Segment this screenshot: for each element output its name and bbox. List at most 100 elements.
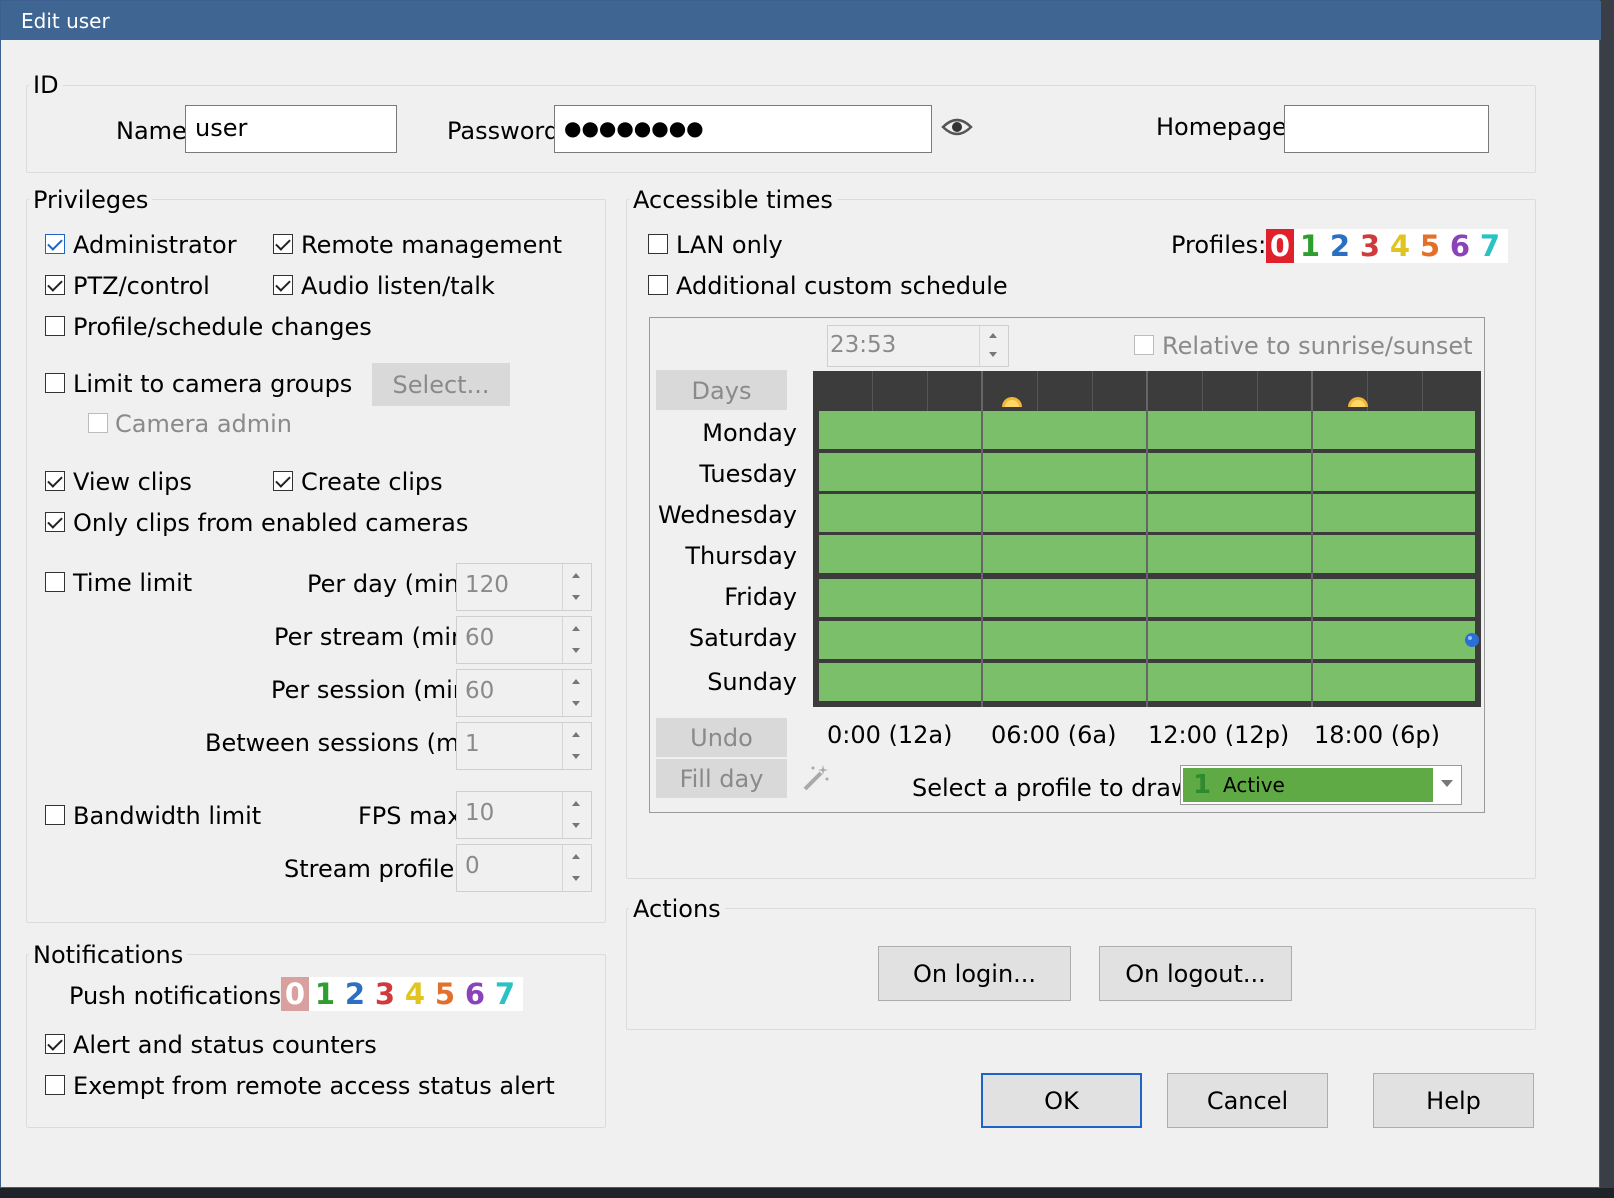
push-digit-6[interactable]: 6 bbox=[461, 977, 489, 1011]
per-day-label: Per day (min): bbox=[307, 570, 477, 598]
password-input[interactable]: ●●●●●●●● bbox=[554, 105, 932, 153]
accessible-times-title: Accessible times bbox=[629, 186, 837, 214]
profile-digit-0[interactable]: 0 bbox=[1266, 229, 1294, 263]
days-button[interactable]: Days bbox=[656, 370, 787, 410]
view-clips-label: View clips bbox=[73, 468, 192, 496]
fill-day-button[interactable]: Fill day bbox=[656, 759, 787, 798]
between-sessions-value: 1 bbox=[465, 731, 480, 757]
draw-profile-label: Select a profile to draw: bbox=[912, 774, 1198, 802]
undo-button[interactable]: Undo bbox=[656, 718, 787, 757]
spin-down-icon[interactable] bbox=[572, 823, 580, 828]
homepage-input[interactable] bbox=[1284, 105, 1489, 153]
day-label-wednesday: Wednesday bbox=[658, 501, 797, 529]
current-time-marker-icon bbox=[1464, 632, 1480, 648]
push-digit-3[interactable]: 3 bbox=[371, 977, 399, 1011]
push-digit-4[interactable]: 4 bbox=[401, 977, 429, 1011]
per-session-spinner[interactable]: 60 bbox=[456, 669, 592, 717]
profile-digit-7[interactable]: 7 bbox=[1476, 229, 1504, 263]
spinner-arrows[interactable] bbox=[562, 723, 591, 769]
spin-up-icon[interactable] bbox=[989, 333, 997, 338]
per-day-spinner[interactable]: 120 bbox=[456, 563, 592, 611]
spinner-arrows[interactable] bbox=[562, 792, 591, 838]
spin-down-icon[interactable] bbox=[572, 595, 580, 600]
actions-title: Actions bbox=[629, 895, 725, 923]
push-digit-5[interactable]: 5 bbox=[431, 977, 459, 1011]
create-clips-checkbox[interactable] bbox=[273, 471, 293, 491]
homepage-label: Homepage bbox=[1156, 113, 1287, 141]
stream-profile-value: 0 bbox=[465, 853, 480, 879]
privileges-title: Privileges bbox=[29, 186, 153, 214]
spin-down-icon[interactable] bbox=[989, 352, 997, 357]
six-hour-line bbox=[1311, 371, 1313, 707]
spin-up-icon[interactable] bbox=[572, 626, 580, 631]
time-limit-label: Time limit bbox=[73, 569, 193, 597]
profile-digit-3[interactable]: 3 bbox=[1356, 229, 1384, 263]
view-clips-checkbox[interactable] bbox=[45, 471, 65, 491]
profile-digit-2[interactable]: 2 bbox=[1326, 229, 1354, 263]
between-sessions-spinner[interactable]: 1 bbox=[456, 722, 592, 770]
audio-checkbox[interactable] bbox=[273, 275, 293, 295]
name-input[interactable]: user bbox=[185, 105, 397, 153]
profile-digit-5[interactable]: 5 bbox=[1416, 229, 1444, 263]
profile-digits: 0 1 2 3 4 5 6 7 bbox=[1266, 229, 1508, 263]
spin-up-icon[interactable] bbox=[572, 801, 580, 806]
select-groups-button[interactable]: Select... bbox=[372, 363, 510, 406]
ok-button[interactable]: OK bbox=[981, 1073, 1142, 1128]
alert-counters-checkbox[interactable] bbox=[45, 1034, 65, 1054]
spin-down-icon[interactable] bbox=[572, 754, 580, 759]
profile-digit-1[interactable]: 1 bbox=[1296, 229, 1324, 263]
day-label-tuesday: Tuesday bbox=[699, 460, 797, 488]
administrator-checkbox[interactable] bbox=[45, 234, 65, 254]
hour-tick bbox=[872, 371, 873, 411]
chevron-down-icon[interactable] bbox=[1441, 780, 1453, 787]
spin-down-icon[interactable] bbox=[572, 876, 580, 881]
on-login-button[interactable]: On login... bbox=[878, 946, 1071, 1001]
push-digit-1[interactable]: 1 bbox=[311, 977, 339, 1011]
title-bar[interactable]: Edit user bbox=[1, 1, 1601, 40]
time-limit-checkbox[interactable] bbox=[45, 572, 65, 592]
camera-admin-checkbox[interactable] bbox=[88, 413, 108, 433]
ptz-control-checkbox[interactable] bbox=[45, 275, 65, 295]
remote-management-checkbox[interactable] bbox=[273, 234, 293, 254]
cancel-button[interactable]: Cancel bbox=[1167, 1073, 1328, 1128]
magic-wand-icon[interactable] bbox=[801, 763, 831, 793]
spin-down-icon[interactable] bbox=[572, 648, 580, 653]
push-digit-7[interactable]: 7 bbox=[491, 977, 519, 1011]
exempt-checkbox[interactable] bbox=[45, 1075, 65, 1095]
bandwidth-limit-checkbox[interactable] bbox=[45, 805, 65, 825]
only-enabled-checkbox[interactable] bbox=[45, 512, 65, 532]
profile-digit-6[interactable]: 6 bbox=[1446, 229, 1474, 263]
spinner-arrows[interactable] bbox=[562, 670, 591, 716]
spinner-arrows[interactable] bbox=[562, 564, 591, 610]
spin-up-icon[interactable] bbox=[572, 573, 580, 578]
spin-up-icon[interactable] bbox=[572, 732, 580, 737]
limit-groups-checkbox[interactable] bbox=[45, 373, 65, 393]
spinner-arrows[interactable] bbox=[562, 845, 591, 891]
desktop-background bbox=[1600, 0, 1614, 1198]
on-logout-button[interactable]: On logout... bbox=[1099, 946, 1292, 1001]
push-digit-0[interactable]: 0 bbox=[281, 977, 309, 1011]
spin-up-icon[interactable] bbox=[572, 854, 580, 859]
limit-groups-label: Limit to camera groups bbox=[73, 370, 353, 398]
profile-changes-checkbox[interactable] bbox=[45, 316, 65, 336]
profile-digit-4[interactable]: 4 bbox=[1386, 229, 1414, 263]
profiles-label: Profiles: bbox=[1171, 231, 1267, 259]
spinner-arrows[interactable] bbox=[562, 617, 591, 663]
desktop-taskbar-edge bbox=[0, 1188, 1614, 1198]
draw-profile-select[interactable]: 1 Active bbox=[1180, 765, 1462, 805]
spin-up-icon[interactable] bbox=[572, 679, 580, 684]
per-stream-spinner[interactable]: 60 bbox=[456, 616, 592, 664]
create-clips-label: Create clips bbox=[301, 468, 443, 496]
spinner-arrows[interactable] bbox=[979, 326, 1008, 366]
custom-schedule-checkbox[interactable] bbox=[648, 275, 668, 295]
time-spinner[interactable]: 23:53 bbox=[827, 325, 1009, 367]
help-button[interactable]: Help bbox=[1373, 1073, 1534, 1128]
push-digit-2[interactable]: 2 bbox=[341, 977, 369, 1011]
fps-max-spinner[interactable]: 10 bbox=[456, 791, 592, 839]
stream-profile-spinner[interactable]: 0 bbox=[456, 844, 592, 892]
spin-down-icon[interactable] bbox=[572, 701, 580, 706]
lan-only-checkbox[interactable] bbox=[648, 234, 668, 254]
hour-tick bbox=[927, 371, 928, 411]
relative-sun-checkbox[interactable] bbox=[1134, 335, 1154, 355]
show-password-eye-icon[interactable] bbox=[941, 113, 973, 141]
